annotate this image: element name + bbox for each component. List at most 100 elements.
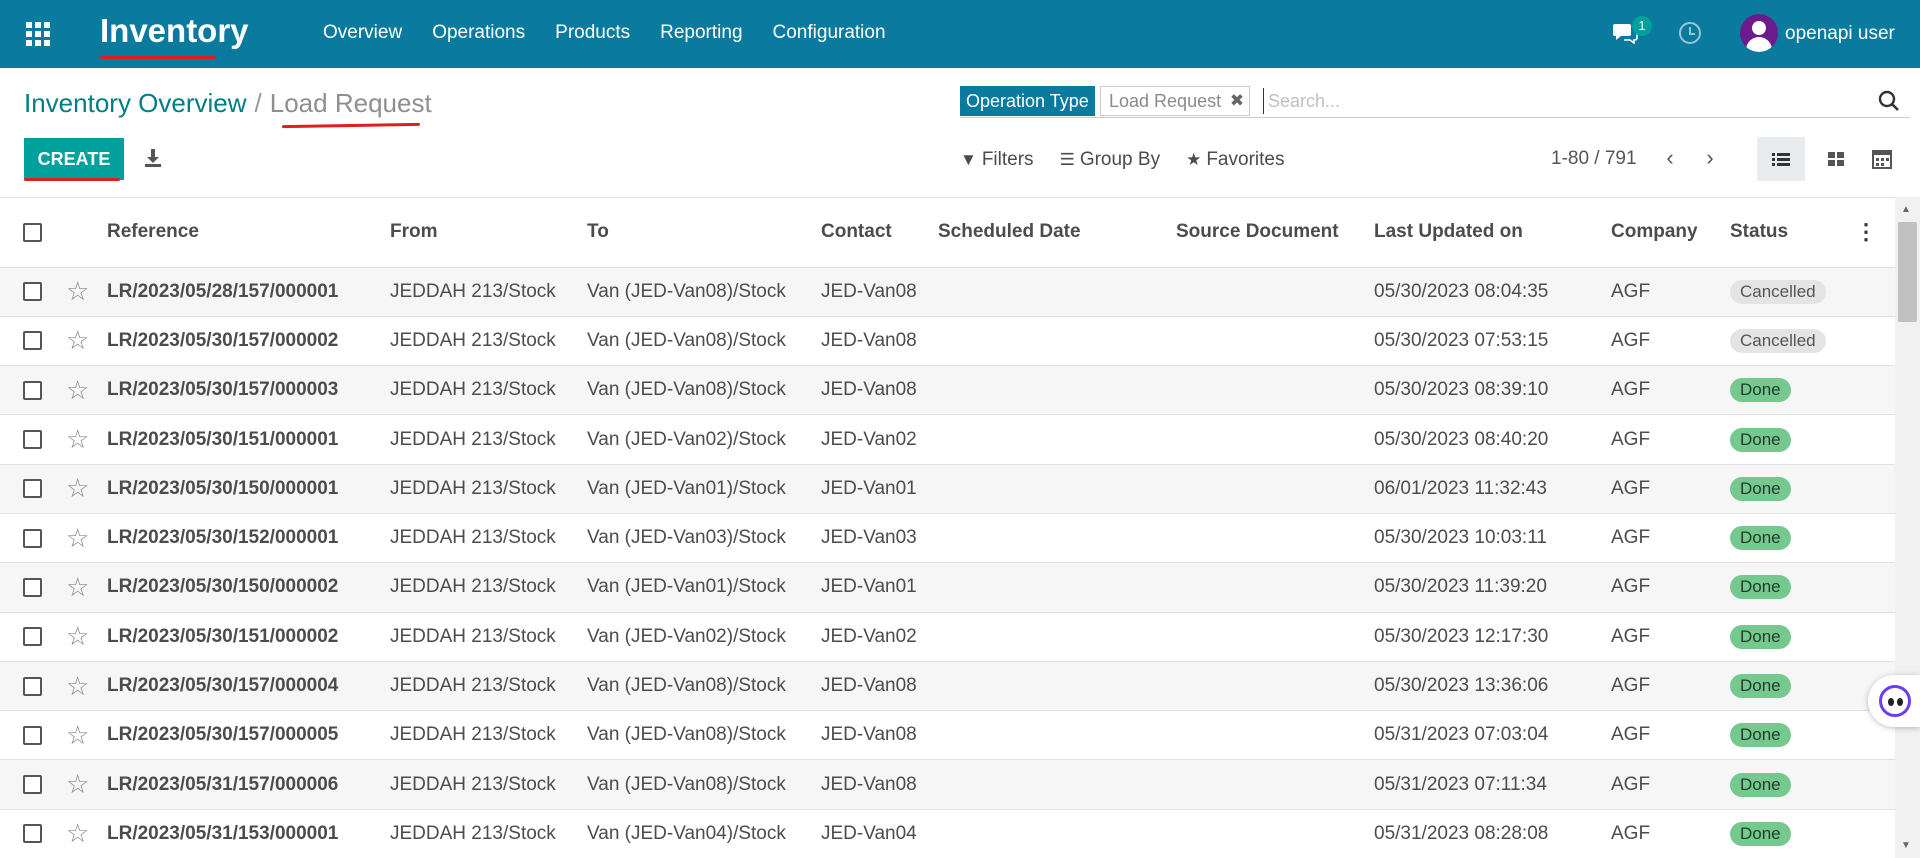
- table-row[interactable]: ☆ LR/2023/05/30/157/000002 JEDDAH 213/Stoc…: [0, 316, 1895, 367]
- cell-reference: LR/2023/05/30/151/000001: [107, 414, 390, 465]
- cell-to: Van (JED-Van08)/Stock: [587, 365, 821, 416]
- row-checkbox[interactable]: [23, 282, 42, 302]
- cell-company: AGF: [1611, 612, 1730, 662]
- table-row[interactable]: ☆ LR/2023/05/30/157/000005 JEDDAH 213/Stoc…: [0, 710, 1895, 761]
- column-header-from[interactable]: From: [390, 198, 587, 268]
- filters-button[interactable]: ▼ Filters: [960, 149, 1034, 171]
- optional-columns-icon[interactable]: ⋮: [1855, 219, 1877, 244]
- search-input[interactable]: [1263, 88, 1863, 114]
- star-icon[interactable]: ☆: [66, 523, 89, 553]
- column-header-source-document[interactable]: Source Document: [1176, 198, 1374, 268]
- row-checkbox[interactable]: [23, 824, 42, 844]
- column-header-status[interactable]: Status: [1730, 198, 1855, 268]
- cell-contact: JED-Van08: [821, 267, 938, 317]
- cell-contact: JED-Van03: [821, 513, 938, 564]
- table-row[interactable]: ☆ LR/2023/05/30/150/000001 JEDDAH 213/Stoc…: [0, 464, 1895, 514]
- breadcrumb-parent[interactable]: Inventory Overview: [24, 88, 247, 118]
- row-checkbox[interactable]: [23, 725, 42, 745]
- table-row[interactable]: ☆ LR/2023/05/30/152/000001 JEDDAH 213/Stoc…: [0, 513, 1895, 564]
- pager-value[interactable]: 1-80 / 791: [1551, 148, 1637, 170]
- star-icon: ★: [1186, 150, 1202, 169]
- column-header-company[interactable]: Company: [1611, 198, 1730, 268]
- select-all-checkbox[interactable]: [23, 222, 42, 242]
- star-icon[interactable]: ☆: [66, 769, 89, 799]
- cell-reference: LR/2023/05/31/157/000006: [107, 759, 390, 810]
- star-icon[interactable]: ☆: [66, 325, 89, 355]
- cell-contact: JED-Van08: [821, 759, 938, 810]
- star-icon[interactable]: ☆: [66, 473, 89, 503]
- chevron-right-icon[interactable]: ›: [1700, 147, 1720, 170]
- star-icon[interactable]: ☆: [66, 720, 89, 750]
- table-row[interactable]: ☆ LR/2023/05/28/157/000001 JEDDAH 213/Stoc…: [0, 267, 1895, 317]
- star-icon[interactable]: ☆: [66, 572, 89, 602]
- favorites-button[interactable]: ★ Favorites: [1186, 149, 1284, 171]
- column-header-scheduled-date[interactable]: Scheduled Date: [938, 198, 1176, 268]
- scroll-down-icon[interactable]: ▼: [1901, 840, 1911, 851]
- kanban-view-button[interactable]: [1815, 137, 1857, 181]
- cell-from: JEDDAH 213/Stock: [390, 267, 587, 317]
- search-icon[interactable]: [1878, 90, 1900, 112]
- cell-scheduled-date: [938, 710, 1176, 761]
- activity-clock-icon[interactable]: [1679, 22, 1701, 44]
- menu-operations[interactable]: Operations: [432, 22, 525, 44]
- apps-menu-icon[interactable]: [26, 22, 50, 46]
- download-icon[interactable]: [144, 148, 162, 168]
- table-row[interactable]: ☆ LR/2023/05/30/157/000003 JEDDAH 213/Stoc…: [0, 365, 1895, 416]
- menu-configuration[interactable]: Configuration: [773, 22, 886, 44]
- row-checkbox[interactable]: [23, 775, 42, 795]
- cell-contact: JED-Van04: [821, 809, 938, 858]
- create-button[interactable]: CREATE: [24, 138, 124, 180]
- cell-from: JEDDAH 213/Stock: [390, 759, 587, 810]
- column-header-reference[interactable]: Reference: [107, 198, 390, 268]
- cell-source-document: [1176, 759, 1374, 810]
- user-menu[interactable]: openapi user: [1785, 23, 1895, 45]
- star-icon[interactable]: ☆: [66, 621, 89, 651]
- row-checkbox[interactable]: [23, 627, 42, 647]
- table-row[interactable]: ☆ LR/2023/05/31/153/000001 JEDDAH 213/Stoc…: [0, 809, 1895, 858]
- row-checkbox[interactable]: [23, 479, 42, 499]
- cell-source-document: [1176, 464, 1374, 514]
- star-icon[interactable]: ☆: [66, 276, 89, 306]
- status-badge: Done: [1730, 624, 1791, 649]
- remove-facet-icon[interactable]: ✖: [1230, 87, 1244, 115]
- cell-last-updated: 05/30/2023 08:39:10: [1374, 365, 1611, 416]
- row-checkbox[interactable]: [23, 676, 42, 696]
- menu-products[interactable]: Products: [555, 22, 630, 44]
- table-row[interactable]: ☆ LR/2023/05/30/157/000004 JEDDAH 213/Stoc…: [0, 661, 1895, 712]
- scroll-up-icon[interactable]: ▲: [1901, 204, 1911, 215]
- avatar[interactable]: [1740, 14, 1778, 52]
- row-checkbox[interactable]: [23, 430, 42, 450]
- app-name[interactable]: Inventory: [100, 12, 249, 50]
- star-icon[interactable]: ☆: [66, 375, 89, 405]
- cell-from: JEDDAH 213/Stock: [390, 316, 587, 367]
- row-checkbox[interactable]: [23, 331, 42, 351]
- table-row[interactable]: ☆ LR/2023/05/30/150/000002 JEDDAH 213/Stoc…: [0, 562, 1895, 613]
- table-row[interactable]: ☆ LR/2023/05/30/151/000002 JEDDAH 213/Stoc…: [0, 612, 1895, 662]
- table-row[interactable]: ☆ LR/2023/05/30/151/000001 JEDDAH 213/Stoc…: [0, 414, 1895, 465]
- cell-to: Van (JED-Van08)/Stock: [587, 316, 821, 367]
- group-by-button[interactable]: ☰ Group By: [1060, 149, 1161, 171]
- cell-to: Van (JED-Van08)/Stock: [587, 759, 821, 810]
- row-checkbox[interactable]: [23, 528, 42, 548]
- cell-from: JEDDAH 213/Stock: [390, 809, 587, 858]
- star-icon[interactable]: ☆: [66, 818, 89, 848]
- row-checkbox[interactable]: [23, 577, 42, 597]
- cell-scheduled-date: [938, 513, 1176, 564]
- star-icon[interactable]: ☆: [66, 671, 89, 701]
- cell-scheduled-date: [938, 759, 1176, 810]
- column-header-to[interactable]: To: [587, 198, 821, 268]
- chevron-left-icon[interactable]: ‹: [1660, 147, 1680, 170]
- cell-to: Van (JED-Van04)/Stock: [587, 809, 821, 858]
- cell-from: JEDDAH 213/Stock: [390, 513, 587, 564]
- chatbot-widget[interactable]: [1868, 675, 1920, 727]
- row-checkbox[interactable]: [23, 380, 42, 400]
- star-icon[interactable]: ☆: [66, 424, 89, 454]
- table-row[interactable]: ☆ LR/2023/05/31/157/000006 JEDDAH 213/Stoc…: [0, 759, 1895, 810]
- column-header-last-updated[interactable]: Last Updated on: [1374, 198, 1611, 268]
- menu-overview[interactable]: Overview: [323, 22, 402, 44]
- list-view-button[interactable]: [1757, 137, 1805, 181]
- scrollbar-thumb[interactable]: [1898, 222, 1917, 322]
- menu-reporting[interactable]: Reporting: [660, 22, 742, 44]
- calendar-view-button[interactable]: [1862, 137, 1902, 181]
- column-header-contact[interactable]: Contact: [821, 198, 938, 268]
